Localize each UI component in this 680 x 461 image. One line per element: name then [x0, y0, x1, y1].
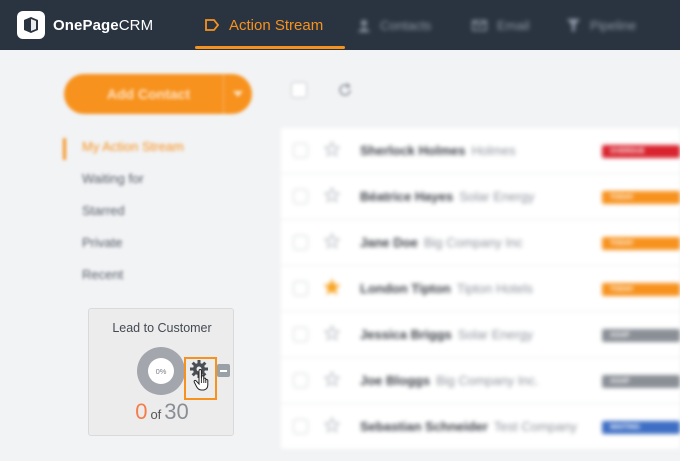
row-checkbox[interactable] [293, 327, 308, 342]
table-row[interactable]: Sebastian Schneider Test Company WAITING [281, 404, 680, 450]
contact-name[interactable]: Sebastian Schneider Test Company [360, 419, 577, 434]
table-row[interactable]: Jane Doe Big Company Inc TODAY [281, 220, 680, 266]
nav-tab-action-stream[interactable]: Action Stream [205, 0, 323, 50]
contact-name-text: Joe Bloggs [360, 373, 431, 388]
contact-name-text: Béatrice Hayes [360, 189, 454, 204]
star-icon[interactable] [323, 416, 341, 438]
row-checkbox[interactable] [293, 373, 308, 388]
active-sidebar-marker [63, 138, 66, 160]
status-badge: ASAP [602, 329, 680, 342]
status-badge: OVERDUE [602, 145, 680, 158]
row-checkbox[interactable] [293, 235, 308, 250]
row-checkbox[interactable] [293, 419, 308, 434]
app-logo[interactable]: OnePageCRM [17, 11, 153, 39]
sidebar-item-waiting-for[interactable]: Waiting for [82, 171, 144, 186]
nav-tab-email[interactable]: Email [472, 0, 530, 50]
nav-tab-label: Contacts [380, 17, 432, 33]
star-icon[interactable] [323, 278, 341, 300]
sidebar-item-recent[interactable]: Recent [82, 267, 123, 282]
contact-name[interactable]: Sherlock Holmes Holmes [360, 143, 516, 158]
nav-tab-contacts[interactable]: Contacts [358, 0, 431, 50]
contact-company: Holmes [471, 143, 516, 158]
action-stream-icon [205, 19, 219, 31]
add-contact-label: Add Contact [106, 86, 191, 102]
conversion-count: 0 of 30 [89, 399, 235, 425]
collapse-widget-button[interactable] [217, 364, 230, 377]
nav-tab-label: Pipeline [590, 17, 637, 33]
progress-donut: 0% [137, 347, 185, 395]
row-checkbox[interactable] [293, 281, 308, 296]
contact-name-text: Sebastian Schneider [360, 419, 488, 434]
contact-name[interactable]: London Tipton Tipton Hotels [360, 281, 533, 296]
row-checkbox[interactable] [293, 143, 308, 158]
star-icon[interactable] [323, 370, 341, 392]
sidebar-item-private[interactable]: Private [82, 235, 122, 250]
widget-title: Lead to Customer [112, 321, 212, 335]
refresh-icon[interactable] [337, 82, 353, 103]
contact-company: Tipton Hotels [456, 281, 533, 296]
contact-list: Sherlock Holmes Holmes OVERDUE Béatrice Hay… [281, 128, 680, 450]
star-icon[interactable] [323, 186, 341, 208]
table-row[interactable]: Joe Bloggs Big Company Inc. ASAP [281, 358, 680, 404]
contact-name[interactable]: Béatrice Hayes Solar Energy [360, 189, 534, 204]
select-all-checkbox[interactable] [291, 82, 307, 98]
row-checkbox[interactable] [293, 189, 308, 204]
nav-tab-label: Action Stream [229, 16, 324, 34]
count-total: 30 [164, 399, 189, 424]
contact-company: Big Company Inc [423, 235, 523, 250]
chevron-down-icon[interactable] [224, 91, 252, 97]
contact-name[interactable]: Jane Doe Big Company Inc [360, 235, 523, 250]
status-badge: TODAY [602, 283, 680, 296]
pipeline-icon [567, 18, 580, 32]
table-row[interactable]: Béatrice Hayes Solar Energy TODAY [281, 174, 680, 220]
add-contact-button[interactable]: Add Contact [64, 74, 252, 114]
sidebar-item-my-action-stream[interactable]: My Action Stream [82, 139, 184, 154]
star-icon[interactable] [323, 324, 341, 346]
status-badge: TODAY [602, 237, 680, 250]
progress-percent: 0% [148, 358, 174, 384]
star-icon[interactable] [323, 140, 341, 162]
table-row[interactable]: Jessica Briggs Solar Energy ASAP [281, 312, 680, 358]
contact-company: Test Company [493, 419, 577, 434]
count-of: of [150, 407, 162, 422]
email-icon [472, 19, 487, 31]
contact-company: Solar Energy [457, 327, 533, 342]
table-row[interactable]: Sherlock Holmes Holmes OVERDUE [281, 128, 680, 174]
top-navigation-bar: OnePageCRM Action Stream Contacts Email … [0, 0, 680, 50]
contact-company: Solar Energy [459, 189, 535, 204]
nav-tab-label: Email [497, 17, 530, 33]
nav-tab-pipeline[interactable]: Pipeline [567, 0, 636, 50]
sidebar-item-starred[interactable]: Starred [82, 203, 125, 218]
table-row[interactable]: London Tipton Tipton Hotels TODAY [281, 266, 680, 312]
count-current: 0 [135, 399, 148, 424]
contact-name-text: Sherlock Holmes [360, 143, 466, 158]
logo-text: OnePageCRM [53, 16, 154, 34]
contact-name[interactable]: Jessica Briggs Solar Energy [360, 327, 533, 342]
contacts-icon [358, 19, 370, 32]
contact-name[interactable]: Joe Bloggs Big Company Inc. [360, 373, 539, 388]
contact-name-text: London Tipton [360, 281, 451, 296]
onepagecrm-logo-icon [17, 11, 45, 39]
contact-name-text: Jane Doe [360, 235, 418, 250]
lead-to-customer-widget: Lead to Customer 0% 0 of 30 [88, 308, 234, 436]
status-badge: ASAP [602, 375, 680, 388]
contact-company: Big Company Inc. [436, 373, 539, 388]
star-icon[interactable] [323, 232, 341, 254]
hand-cursor-icon [193, 368, 211, 396]
status-badge: TODAY [602, 191, 680, 204]
status-badge: WAITING [602, 421, 680, 434]
contact-name-text: Jessica Briggs [360, 327, 452, 342]
active-tab-indicator [195, 46, 345, 49]
